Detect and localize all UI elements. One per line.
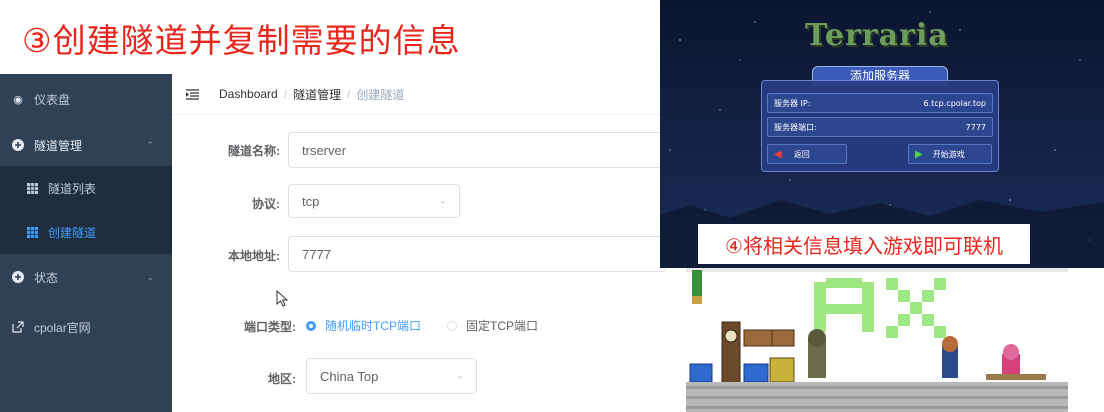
submenu: 隧道列表 创建隧道 [0, 166, 172, 254]
terraria-ingame-screenshot [686, 268, 1068, 412]
server-ip-label: 服务器 IP: [774, 98, 811, 108]
chevron-down-icon: ⌄ [438, 195, 447, 207]
port-type-fixed-radio[interactable]: 固定TCP端口 [447, 317, 538, 334]
sidebar-item-cpolar-website[interactable]: cpolar官网 [0, 302, 172, 352]
sidebar-item-label: cpolar官网 [34, 320, 91, 335]
menu-toggle-icon[interactable] [186, 88, 199, 100]
region-label: 地区: [268, 372, 296, 386]
grid-icon [26, 226, 38, 238]
server-port-label: 服务器端口: [774, 122, 817, 132]
start-game-label: 开始游戏 [932, 149, 965, 159]
protocol-label: 协议: [252, 197, 280, 211]
breadcrumb-tunnel-management[interactable]: 隧道管理 [293, 86, 341, 103]
dashboard-icon: ◉ [13, 93, 23, 106]
sidebar-item-label: 隧道管理 [34, 138, 83, 153]
server-port-value: 7777 [965, 122, 986, 132]
terraria-logo: Terraria [805, 18, 949, 53]
port-option-random-label: 随机临时TCP端口 [325, 319, 422, 333]
tunnel-name-label: 隧道名称: [228, 144, 280, 158]
port-type-random-radio[interactable]: 随机临时TCP端口 [306, 317, 421, 334]
plus-circle-icon [12, 139, 24, 151]
chevron-down-icon: ⌄ [146, 271, 154, 282]
local-address-label: 本地地址: [228, 249, 280, 263]
sidebar-item-tunnel-management[interactable]: 隧道管理 ⌃ [0, 120, 172, 170]
sidebar-item-label: 状态 [34, 270, 59, 285]
server-ip-value: 6.tcp.cpolar.top [923, 98, 987, 108]
back-arrow-icon: ◀ [774, 148, 782, 160]
breadcrumb-dashboard[interactable]: Dashboard [219, 87, 278, 101]
sidebar-item-dashboard[interactable]: ◉ 仪表盘 [0, 74, 172, 124]
sidebar-item-status[interactable]: 状态 ⌄ [0, 252, 172, 302]
breadcrumb-create-tunnel: 创建隧道 [356, 87, 405, 102]
sidebar: ◉ 仪表盘 隧道管理 ⌃ 隧道列表 创建隧道 状态 ⌄ cpolar官网 [0, 74, 172, 412]
back-button[interactable]: ◀ 返回 [767, 144, 847, 164]
radio-unchecked-icon [447, 320, 457, 331]
server-port-field[interactable]: 服务器端口: 7777 [767, 117, 993, 137]
region-value: China Top [320, 368, 379, 384]
add-server-dialog: 服务器 IP: 6.tcp.cpolar.top 服务器端口: 7777 ◀ 返… [761, 80, 999, 172]
headline: ③创建隧道并复制需要的信息 [22, 21, 461, 60]
chevron-down-icon: ⌄ [455, 370, 464, 382]
sidebar-item-label: 隧道列表 [48, 181, 97, 196]
back-label: 返回 [793, 149, 810, 159]
protocol-select[interactable]: tcp ⌄ [288, 184, 460, 218]
sidebar-item-label: 仪表盘 [34, 92, 71, 107]
sidebar-item-create-tunnel[interactable]: 创建隧道 [0, 210, 172, 254]
play-icon: ▶ [915, 148, 923, 160]
tunnel-name-input[interactable]: trserver [288, 132, 666, 168]
local-address-input[interactable]: 7777 [288, 236, 666, 272]
grid-icon [26, 182, 38, 194]
chevron-up-icon: ⌃ [146, 139, 154, 150]
sidebar-item-tunnel-list[interactable]: 隧道列表 [0, 166, 172, 210]
server-ip-field[interactable]: 服务器 IP: 6.tcp.cpolar.top [767, 93, 993, 113]
sidebar-item-label: 创建隧道 [48, 225, 97, 240]
region-select[interactable]: China Top ⌄ [306, 358, 477, 394]
game-scene [686, 268, 1068, 412]
mouse-cursor-icon [276, 289, 289, 312]
breadcrumb: Dashboard / 隧道管理 / 创建隧道 [172, 74, 662, 115]
external-link-icon [12, 321, 24, 333]
tunnel-name-value: trserver [302, 142, 347, 158]
plus-circle-icon [12, 271, 24, 283]
protocol-value: tcp [302, 193, 320, 209]
start-game-button[interactable]: ▶ 开始游戏 [908, 144, 992, 164]
port-option-fixed-label: 固定TCP端口 [466, 319, 539, 333]
radio-checked-icon [306, 320, 316, 331]
local-address-value: 7777 [302, 246, 331, 262]
step4-caption-box: ④将相关信息填入游戏即可联机 [698, 224, 1030, 264]
step4-caption: ④将相关信息填入游戏即可联机 [725, 233, 1003, 258]
port-type-label: 端口类型: [244, 320, 296, 334]
